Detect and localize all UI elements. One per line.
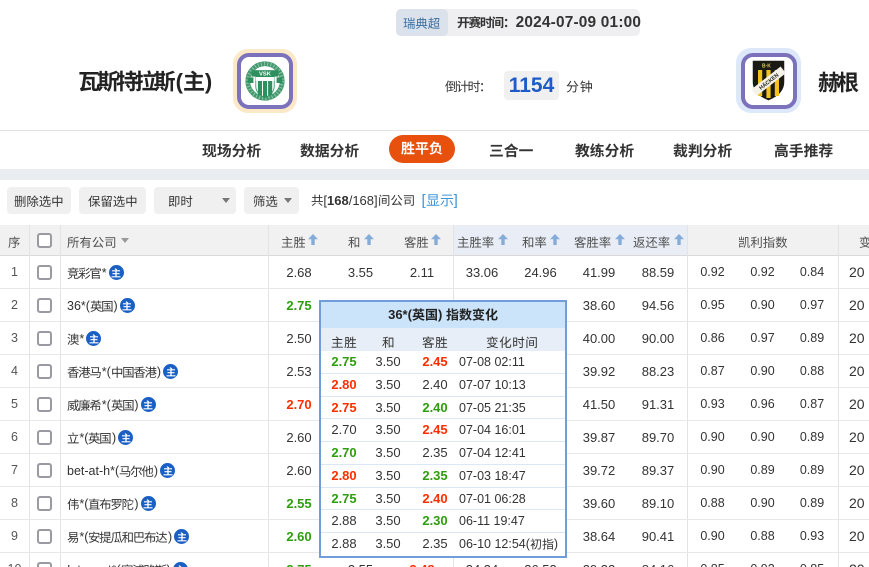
svg-text:B·K: B·K [762, 64, 771, 70]
